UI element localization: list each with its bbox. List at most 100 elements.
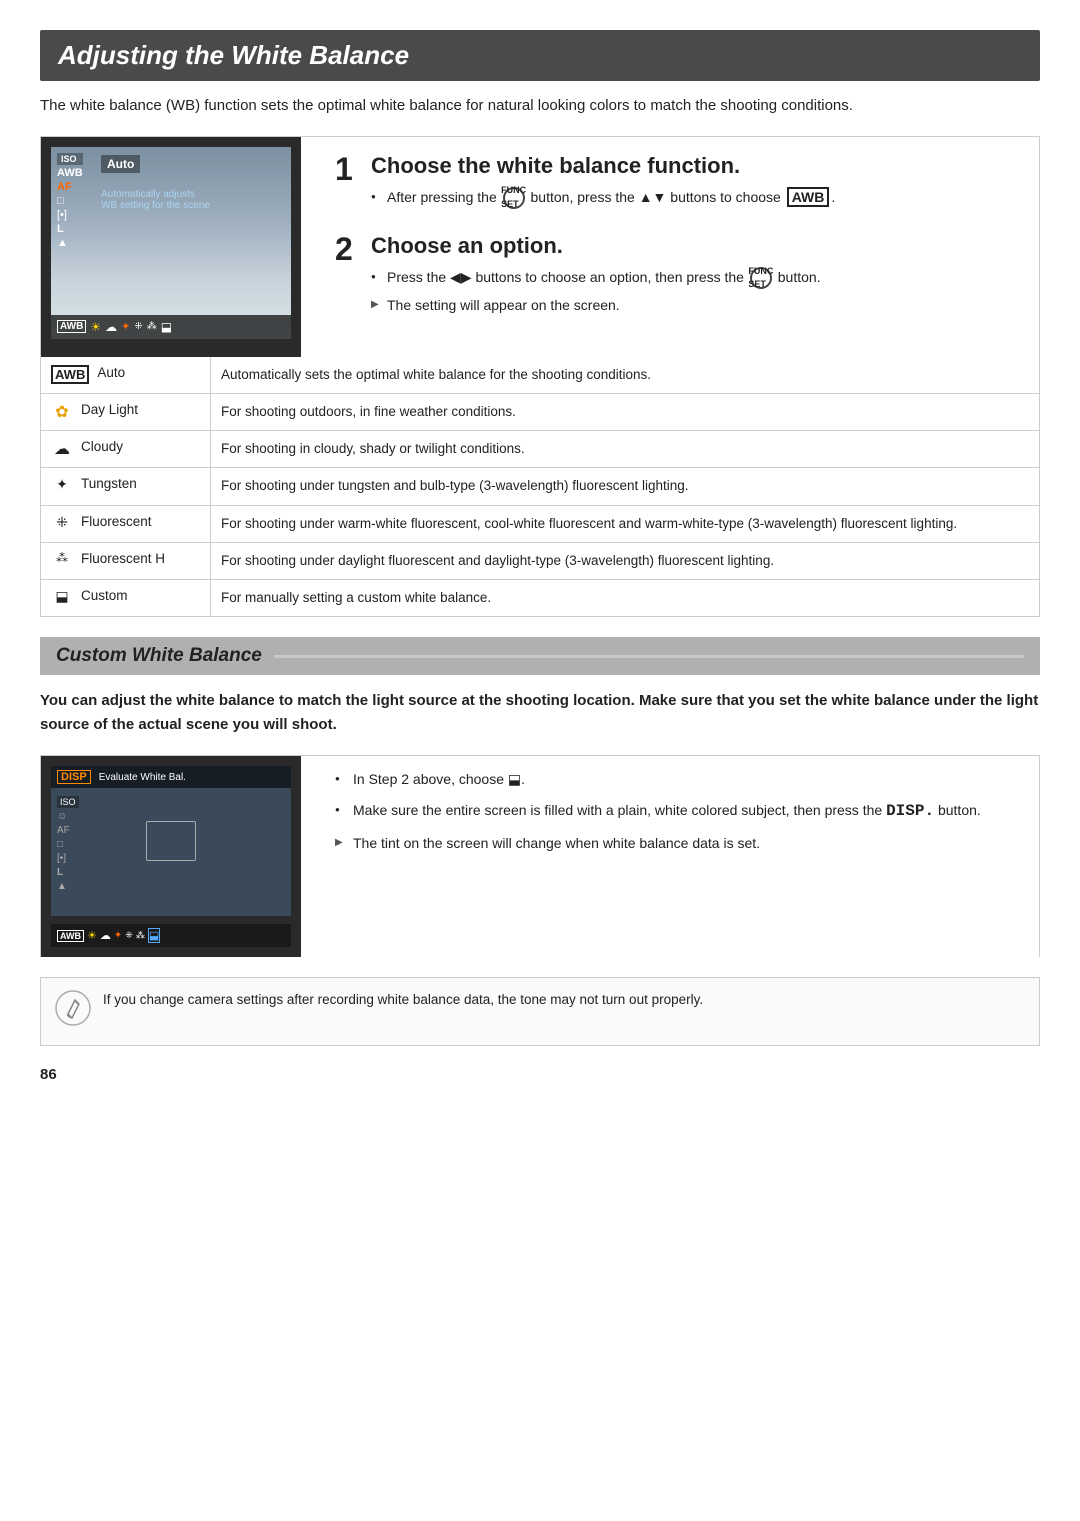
custom-wb-step-2: Make sure the entire screen is filled wi…	[335, 799, 1023, 825]
focus-rect	[146, 821, 196, 861]
wb-cell-icon-fluorescent-h: ⁂ Fluorescent H	[41, 543, 211, 579]
camera-screen-inner-1: ISO AWB AF □ [•] L ▲ Auto Automatically …	[51, 147, 291, 339]
cam2-iso: ISO	[57, 796, 79, 808]
func-btn-1: FUNCSET	[503, 187, 525, 209]
custom-wb-step-1: In Step 2 above, choose ⬓.	[335, 768, 1023, 790]
step-1-heading: Choose the white balance function.	[371, 153, 835, 179]
cam-af-item: AF	[57, 181, 83, 193]
cam2-bracket: [•]	[57, 853, 79, 864]
camera-menu-overlay: ISO AWB AF □ [•] L ▲ Auto Automatically …	[51, 147, 291, 339]
cam-auto-sub1: Automatically adjusts	[101, 189, 287, 200]
wb-row-cloudy: ☁ Cloudy For shooting in cloudy, shady o…	[41, 431, 1039, 468]
wb-desc-daylight: For shooting outdoors, in fine weather c…	[211, 394, 1039, 430]
step-2-number: 2	[335, 233, 359, 265]
wb-cell-icon-tungsten: ✦ Tungsten	[41, 468, 211, 504]
bottom-section: DISP Evaluate White Bal. ISO ☺ AF □ [•] …	[40, 755, 1040, 957]
page-title: Adjusting the White Balance	[58, 40, 1022, 71]
custom-wb-step-3: The tint on the screen will change when …	[335, 832, 1023, 854]
page-number: 86	[40, 1066, 1040, 1083]
wb-cell-icon-custom: ⬓ Custom	[41, 580, 211, 616]
cam2-arrow: ▲	[57, 881, 79, 892]
step-2-bullet-2: The setting will appear on the screen.	[371, 295, 821, 316]
disp-button-label: DISP.	[886, 802, 934, 820]
step-2-content: Choose an option. Press the ◀▶ buttons t…	[371, 233, 821, 322]
wb-label-auto: Auto	[97, 365, 125, 380]
cam-iso-icon: ISO	[57, 153, 83, 165]
wb-label-fluorescent-h: Fluorescent H	[81, 551, 165, 566]
awb-icon: AWB	[51, 365, 89, 384]
wb-row-fluorescent: ⁜ Fluorescent For shooting under warm-wh…	[41, 506, 1039, 543]
cam-cloud-icon: ☁	[105, 320, 117, 334]
cam-4-item: ▲	[57, 237, 83, 249]
cam2-awb-badge: AWB	[57, 930, 84, 942]
custom-wb-intro: You can adjust the white balance to matc…	[40, 689, 1040, 737]
cam-fluor2-icon: ⁂	[147, 321, 157, 332]
cam-square-item: □	[57, 195, 83, 207]
note-box: If you change camera settings after reco…	[40, 977, 1040, 1046]
cam-bottom-icons: AWB ☀ ☁ ✦ ⁜ ⁂ ⬓	[51, 315, 291, 339]
cam-fluor1-icon: ⁜	[134, 321, 142, 332]
cam2-cloud: ☁	[100, 929, 111, 942]
cam2-af: AF	[57, 825, 79, 836]
cam2-bulb: ✦	[114, 930, 122, 941]
wb-desc-auto: Automatically sets the optimal white bal…	[211, 357, 1039, 393]
step-2: 2 Choose an option. Press the ◀▶ buttons…	[335, 233, 1023, 322]
cam2-smile: ☺	[57, 811, 79, 822]
step-1-content: Choose the white balance function. After…	[371, 153, 835, 215]
wb-cell-icon-fluorescent: ⁜ Fluorescent	[41, 506, 211, 542]
tungsten-wb-icon: ✦	[51, 476, 73, 493]
awb-badge-step1: AWB	[787, 187, 830, 207]
page-title-bar: Adjusting the White Balance	[40, 30, 1040, 81]
custom-wb-icon: ⬓	[51, 588, 73, 605]
wb-desc-fluorescent-h: For shooting under daylight fluorescent …	[211, 543, 1039, 579]
note-text: If you change camera settings after reco…	[103, 990, 703, 1010]
cam-bulb-icon: ✦	[121, 320, 130, 333]
step-1: 1 Choose the white balance function. Aft…	[335, 153, 1023, 215]
wb-cell-icon-auto: AWB Auto	[41, 357, 211, 393]
cam-awb-badge: AWB	[57, 320, 86, 333]
step-1-bullets: After pressing the FUNCSET button, press…	[371, 187, 835, 209]
sun-wb-icon: ✿	[51, 402, 73, 422]
cam2-sq: □	[57, 839, 79, 850]
cam-awb-item: AWB	[57, 167, 83, 179]
wb-cell-icon-daylight: ✿ Day Light	[41, 394, 211, 430]
step-2-bullets: Press the ◀▶ buttons to choose an option…	[371, 267, 821, 316]
cam2-side-icons: ISO ☺ AF □ [•] L ▲	[57, 796, 79, 892]
top-section: ISO AWB AF □ [•] L ▲ Auto Automatically …	[40, 136, 1040, 357]
custom-wb-steps-list: In Step 2 above, choose ⬓. Make sure the…	[335, 768, 1023, 854]
step-2-bullet-1: Press the ◀▶ buttons to choose an option…	[371, 267, 821, 289]
wb-label-fluorescent: Fluorescent	[81, 514, 152, 529]
wb-options-table: AWB Auto Automatically sets the optimal …	[40, 357, 1040, 618]
intro-text: The white balance (WB) function sets the…	[40, 95, 1040, 118]
note-icon	[55, 990, 91, 1033]
cam-bracket-item: [•]	[57, 209, 83, 221]
custom-choose-icon: ⬓	[508, 771, 521, 787]
title-bar-line	[274, 655, 1024, 658]
cam2-fluor1: ⁜	[125, 930, 133, 941]
wb-desc-tungsten: For shooting under tungsten and bulb-typ…	[211, 468, 1039, 504]
cam-sun-icon: ☀	[90, 320, 101, 334]
cam-l-item: L	[57, 223, 83, 235]
wb-label-tungsten: Tungsten	[81, 476, 137, 491]
fluor-h-wb-icon: ⁂	[51, 551, 73, 565]
disp-bar: DISP Evaluate White Bal.	[51, 766, 291, 788]
wb-row-tungsten: ✦ Tungsten For shooting under tungsten a…	[41, 468, 1039, 505]
cam-auto-label: Auto Automatically adjusts WB setting fo…	[101, 155, 287, 211]
disp-instruction: Evaluate White Bal.	[99, 772, 186, 783]
cam-custom-icon: ⬓	[161, 320, 172, 334]
wb-label-daylight: Day Light	[81, 402, 138, 417]
cloud-wb-icon: ☁	[51, 439, 73, 459]
wb-row-auto: AWB Auto Automatically sets the optimal …	[41, 357, 1039, 394]
step-1-bullet-1: After pressing the FUNCSET button, press…	[371, 187, 835, 209]
cam2-bottom-bar: AWB ☀ ☁ ✦ ⁜ ⁂ ⬓	[51, 924, 291, 947]
step-1-number: 1	[335, 153, 359, 185]
wb-label-cloudy: Cloudy	[81, 439, 123, 454]
cam-auto-text: Auto	[101, 155, 140, 173]
wb-desc-fluorescent: For shooting under warm-white fluorescen…	[211, 506, 1039, 542]
wb-desc-cloudy: For shooting in cloudy, shady or twiligh…	[211, 431, 1039, 467]
wb-cell-icon-cloudy: ☁ Cloudy	[41, 431, 211, 467]
camera-screen-inner-2: DISP Evaluate White Bal. ISO ☺ AF □ [•] …	[51, 766, 291, 916]
cam2-l: L	[57, 867, 79, 878]
cam2-sun: ☀	[87, 929, 97, 942]
disp-btn-label: DISP	[57, 770, 91, 784]
